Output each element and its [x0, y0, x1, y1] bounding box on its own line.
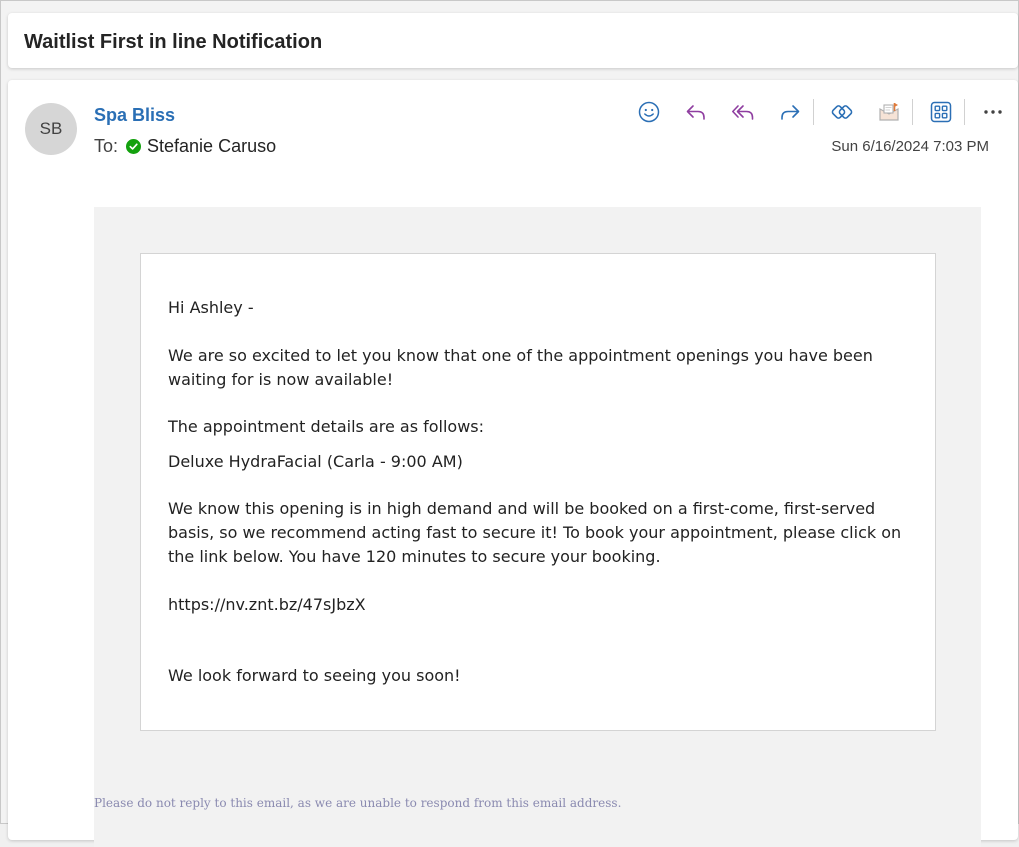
closing-line: We look forward to seeing you soon!: [168, 666, 461, 685]
report-message-button[interactable]: [875, 98, 903, 126]
booking-link[interactable]: https://nv.znt.bz/47sJbzX: [168, 593, 908, 617]
sender-avatar[interactable]: SB: [25, 103, 77, 155]
apps-button[interactable]: [927, 98, 955, 126]
no-reply-notice: Please do not reply to this email, as we…: [94, 796, 622, 810]
emoji-react-button[interactable]: [635, 98, 663, 126]
reply-all-button[interactable]: [729, 98, 757, 126]
toolbar-separator: [813, 99, 814, 125]
sent-date: Sun 6/16/2024 7:03 PM: [831, 138, 989, 155]
paragraph-availability: We are so excited to let you know that o…: [168, 346, 873, 389]
report-icon: [879, 103, 899, 121]
to-label: To:: [94, 136, 119, 156]
apps-icon: [930, 101, 952, 123]
reply-icon: [686, 105, 705, 120]
recipient-name[interactable]: Stefanie Caruso: [147, 136, 276, 157]
reply-all-icon: [732, 105, 754, 120]
reply-button[interactable]: [682, 98, 710, 126]
presence-available-icon: [126, 139, 142, 154]
email-content-box: Hi Ashley - We are so excited to let you…: [140, 253, 936, 731]
message-toolbar: [635, 98, 1019, 126]
sender-name[interactable]: Spa Bliss: [94, 105, 175, 126]
email-subject: Waitlist First in line Notification: [24, 31, 323, 53]
message-card: SB Spa Bliss To: Stefanie Caruso Sun 6/1…: [8, 80, 1019, 847]
toolbar-separator: [964, 99, 965, 125]
toolbar-separator: [912, 99, 913, 125]
forward-button[interactable]: [776, 98, 804, 126]
more-icon: [984, 110, 1002, 114]
reading-pane: Waitlist First in line Notification SB S…: [0, 0, 1019, 847]
paragraph-details-intro: The appointment details are as follows:: [168, 417, 485, 436]
copilot-button[interactable]: [828, 98, 856, 126]
paragraph-booking-info: We know this opening is in high demand a…: [168, 499, 902, 566]
emoji-icon: [638, 101, 660, 123]
copilot-icon: [831, 105, 853, 119]
appointment-details: Deluxe HydraFacial (Carla - 9:00 AM): [168, 452, 463, 471]
more-actions-button[interactable]: [979, 98, 1007, 126]
subject-header: Waitlist First in line Notification: [8, 13, 1018, 68]
greeting: Hi Ashley -: [168, 298, 254, 317]
forward-icon: [781, 105, 800, 120]
recipient-line: To: Stefanie Caruso: [94, 136, 276, 157]
email-body-background: Hi Ashley - We are so excited to let you…: [94, 207, 981, 847]
